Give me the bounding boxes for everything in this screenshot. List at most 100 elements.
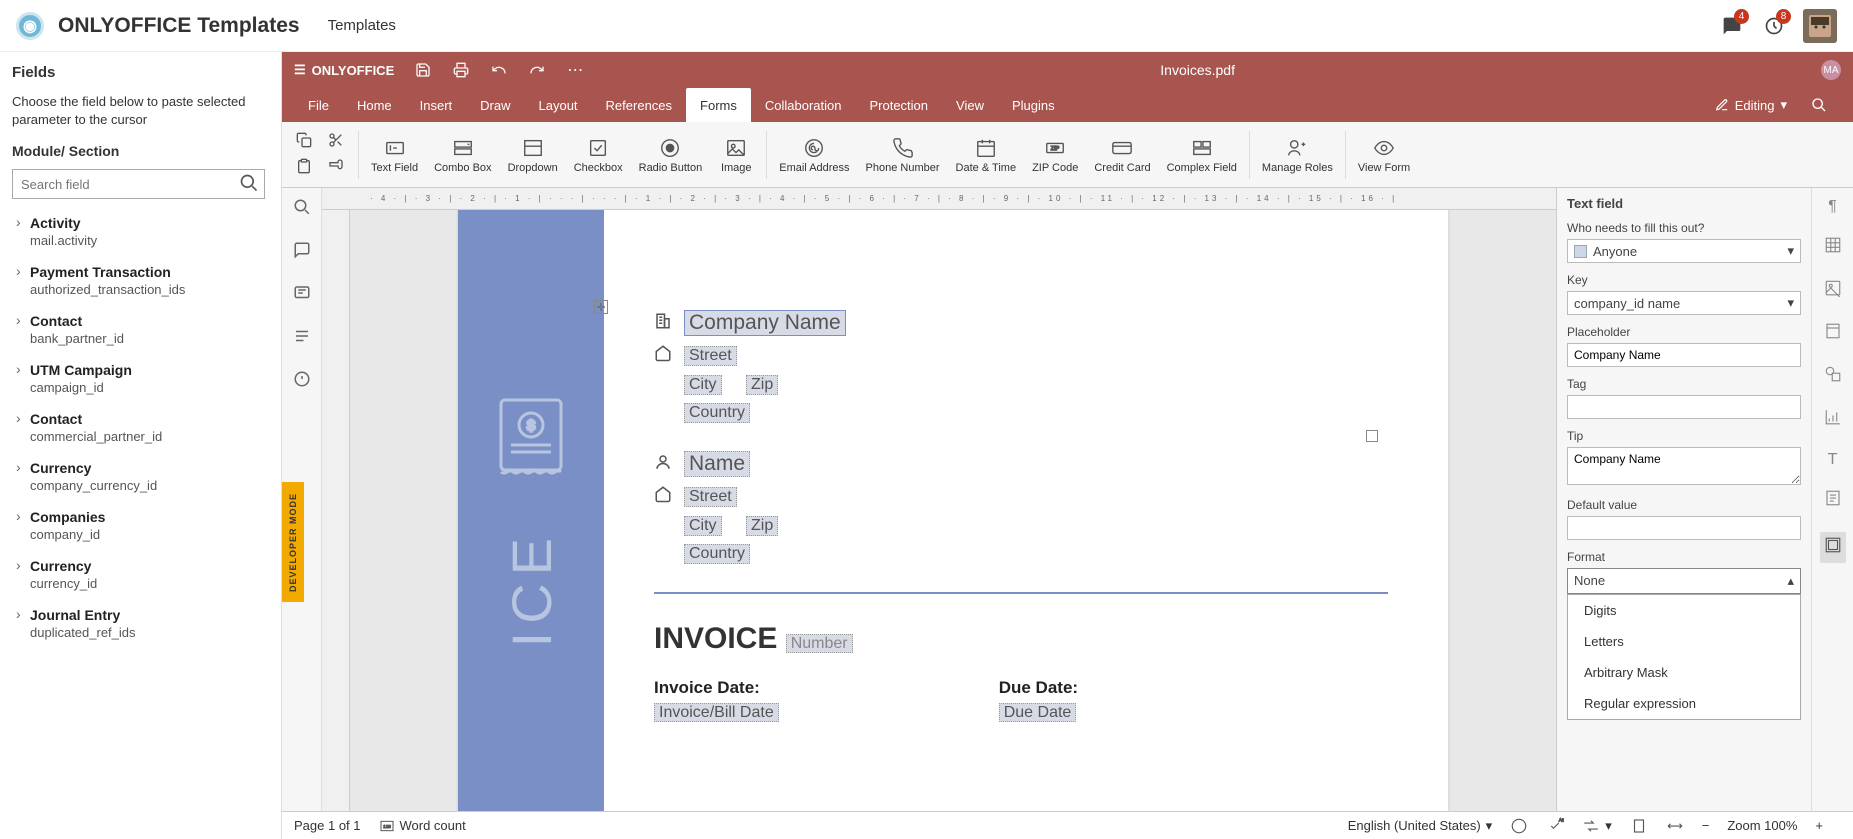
default-input[interactable]	[1567, 516, 1801, 540]
credit-button[interactable]: Credit Card	[1086, 132, 1158, 178]
tab-layout[interactable]: Layout	[525, 88, 592, 122]
chat-tool-icon[interactable]	[293, 284, 311, 307]
more-icon[interactable]: ⋯	[566, 61, 584, 79]
tip-input[interactable]: Company Name	[1567, 447, 1801, 485]
zip-field-2[interactable]: Zip	[746, 516, 778, 536]
format-option-mask[interactable]: Arbitrary Mask	[1568, 657, 1800, 688]
checkbox-button[interactable]: Checkbox	[566, 132, 631, 178]
radio-button[interactable]: Radio Button	[631, 132, 711, 178]
user-avatar[interactable]	[1803, 9, 1837, 43]
format-option-regex[interactable]: Regular expression	[1568, 688, 1800, 719]
copy-icon[interactable]	[296, 132, 316, 152]
datetime-button[interactable]: Date & Time	[948, 132, 1025, 178]
page-status[interactable]: Page 1 of 1	[294, 818, 361, 833]
fields-list[interactable]: Activitymail.activity Payment Transactio…	[12, 207, 277, 839]
shape-settings-icon[interactable]	[1824, 365, 1842, 388]
undo-icon[interactable]	[490, 61, 508, 79]
templates-link[interactable]: Templates	[328, 17, 396, 34]
tab-file[interactable]: File	[294, 88, 343, 122]
field-journal[interactable]: Journal Entryduplicated_ref_ids	[12, 599, 273, 648]
field-contact-comm[interactable]: Contactcommercial_partner_id	[12, 403, 273, 452]
tab-home[interactable]: Home	[343, 88, 406, 122]
view-form-button[interactable]: View Form	[1350, 132, 1418, 178]
editing-mode[interactable]: Editing▾	[1705, 88, 1797, 122]
paragraph-icon[interactable]: ¶	[1828, 198, 1837, 216]
print-icon[interactable]	[452, 61, 470, 79]
manage-roles-button[interactable]: Manage Roles	[1254, 132, 1341, 178]
comments-icon[interactable]	[293, 241, 311, 264]
tab-forms[interactable]: Forms	[686, 88, 751, 122]
tab-collaboration[interactable]: Collaboration	[751, 88, 856, 122]
complex-button[interactable]: Complex Field	[1159, 132, 1245, 178]
fit-page-icon[interactable]	[1630, 817, 1648, 835]
city-field-2[interactable]: City	[684, 516, 722, 536]
zoom-out-icon[interactable]: −	[1702, 818, 1710, 833]
street-field[interactable]: Street	[684, 346, 737, 366]
dropdown-button[interactable]: Dropdown	[500, 132, 566, 178]
zoom-level[interactable]: Zoom 100%	[1727, 818, 1797, 833]
tab-references[interactable]: References	[592, 88, 686, 122]
search-icon[interactable]	[239, 173, 259, 198]
clock-icon[interactable]: 8	[1759, 11, 1789, 41]
field-payment-transaction[interactable]: Payment Transactionauthorized_transactio…	[12, 256, 273, 305]
spellcheck-icon[interactable]	[1510, 817, 1528, 835]
tab-protection[interactable]: Protection	[855, 88, 942, 122]
paste-icon[interactable]	[296, 158, 316, 178]
search-field-input[interactable]	[12, 169, 265, 199]
zip-button[interactable]: ZIPZIP Code	[1024, 132, 1086, 178]
field-activity[interactable]: Activitymail.activity	[12, 207, 273, 256]
chart-settings-icon[interactable]	[1824, 408, 1842, 431]
search-tab-icon[interactable]	[1797, 88, 1841, 122]
form-settings-icon[interactable]	[1824, 489, 1842, 512]
combo-box-button[interactable]: Combo Box	[426, 132, 499, 178]
field-currency-company[interactable]: Currencycompany_currency_id	[12, 452, 273, 501]
due-date-field[interactable]: Due Date	[999, 703, 1077, 722]
page-body[interactable]: ✛ Company Name Street City Zip Country N…	[604, 210, 1448, 811]
track-changes-icon[interactable]: ▾	[1582, 817, 1612, 835]
text-field-button[interactable]: Text Field	[363, 132, 426, 178]
save-icon[interactable]	[414, 61, 432, 79]
word-count[interactable]: 123Word count	[379, 818, 466, 834]
image-settings-icon[interactable]	[1824, 279, 1842, 302]
number-field[interactable]: Number	[786, 634, 853, 653]
redo-icon[interactable]	[528, 61, 546, 79]
field-currency[interactable]: Currencycurrency_id	[12, 550, 273, 599]
tab-view[interactable]: View	[942, 88, 998, 122]
placeholder-input[interactable]	[1567, 343, 1801, 367]
tab-plugins[interactable]: Plugins	[998, 88, 1069, 122]
street-field-2[interactable]: Street	[684, 487, 737, 507]
city-field[interactable]: City	[684, 375, 722, 395]
chat-icon[interactable]: 4	[1717, 11, 1747, 41]
format-select[interactable]: None▴	[1567, 568, 1801, 594]
user-badge[interactable]: MA	[1821, 60, 1841, 80]
language-select[interactable]: English (United States) ▾	[1348, 818, 1492, 834]
format-option-letters[interactable]: Letters	[1568, 626, 1800, 657]
format-painter-icon[interactable]	[328, 158, 348, 178]
find-icon[interactable]	[293, 198, 311, 221]
zoom-in-icon[interactable]: +	[1815, 818, 1823, 833]
page-area[interactable]: $ ICE ✛ Company Name Street City Zip Cou…	[350, 210, 1556, 811]
invoice-date-field[interactable]: Invoice/Bill Date	[654, 703, 779, 722]
feedback-icon[interactable]	[293, 370, 311, 393]
tracking-icon[interactable]: ABC	[1546, 817, 1564, 835]
key-select[interactable]: company_id name▾	[1567, 291, 1801, 315]
name-field[interactable]: Name	[684, 451, 750, 477]
tag-input[interactable]	[1567, 395, 1801, 419]
fit-width-icon[interactable]	[1666, 817, 1684, 835]
field-contact-bank[interactable]: Contactbank_partner_id	[12, 305, 273, 354]
table-anchor-icon[interactable]: ✛	[594, 300, 608, 314]
table-settings-icon[interactable]	[1824, 236, 1842, 259]
image-button[interactable]: Image	[710, 132, 762, 178]
field-utm[interactable]: UTM Campaigncampaign_id	[12, 354, 273, 403]
email-button[interactable]: Email Address	[771, 132, 857, 178]
country-field-2[interactable]: Country	[684, 544, 750, 564]
country-field[interactable]: Country	[684, 403, 750, 423]
cut-icon[interactable]	[328, 132, 348, 152]
headings-icon[interactable]	[293, 327, 311, 350]
field-companies[interactable]: Companiescompany_id	[12, 501, 273, 550]
company-name-field[interactable]: Company Name	[684, 310, 846, 336]
zip-field[interactable]: Zip	[746, 375, 778, 395]
textart-settings-icon[interactable]: T	[1828, 451, 1838, 469]
who-select[interactable]: Anyone▾	[1567, 239, 1801, 263]
signature-settings-icon[interactable]	[1820, 532, 1846, 563]
